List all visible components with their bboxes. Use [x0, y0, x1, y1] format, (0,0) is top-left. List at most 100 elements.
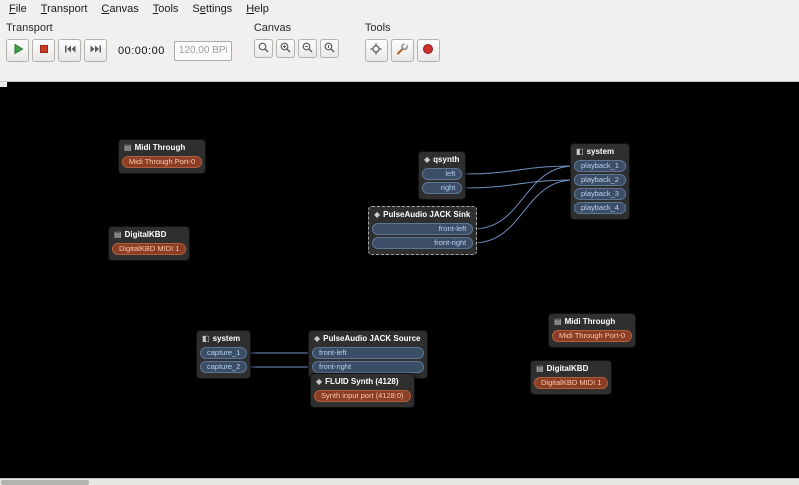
app-icon: ◆: [314, 335, 320, 343]
node-title: ▤Midi Through: [121, 141, 203, 155]
port-synth-input-port-4128-0-[interactable]: Synth input port (4128:0): [314, 390, 411, 402]
midi-icon: ▤: [114, 231, 122, 239]
midi-icon: ▤: [536, 365, 544, 373]
toolbar-section-canvas: Canvas: [248, 17, 345, 58]
zoom-100-button[interactable]: [320, 39, 339, 58]
zoom-fit-icon: [257, 41, 270, 57]
play-button[interactable]: [6, 39, 29, 62]
play-icon: [11, 42, 25, 59]
wrench-icon: [395, 42, 409, 59]
node-title: ◆PulseAudio JACK Sink: [371, 208, 474, 222]
port-front-right[interactable]: front-right: [372, 237, 473, 249]
transport-time: 00:00:00: [118, 45, 165, 57]
record-button[interactable]: [417, 39, 440, 62]
node-midi-through-2[interactable]: ▤Midi ThroughMidi Through Port-0: [548, 313, 636, 348]
node-title: ▤DigitalKBD: [533, 362, 609, 376]
zoom-100-icon: [323, 41, 336, 57]
port-right[interactable]: right: [422, 182, 462, 194]
node-title-text: PulseAudio JACK Sink: [383, 210, 470, 219]
node-qsynth[interactable]: ◆qsynthleftright: [418, 151, 466, 200]
node-pulse-source[interactable]: ◆PulseAudio JACK Sourcefront-leftfront-r…: [308, 330, 428, 379]
gear-icon: [369, 42, 383, 59]
menu-item-settings[interactable]: Settings: [185, 2, 239, 16]
menu-item-transport[interactable]: Transport: [34, 2, 95, 16]
menu-item-canvas[interactable]: Canvas: [94, 2, 145, 16]
zoom-in-icon: [279, 41, 292, 57]
app-icon: ◆: [374, 211, 380, 219]
zoom-out-icon: [301, 41, 314, 57]
menubar: FileTransportCanvasToolsSettingsHelp: [0, 0, 799, 17]
jack-settings-button[interactable]: [365, 39, 388, 62]
port-playback-4[interactable]: playback_4: [574, 202, 626, 214]
system-icon: ◧: [202, 335, 210, 343]
system-icon: ◧: [576, 148, 584, 156]
horizontal-scrollbar-thumb[interactable]: [1, 480, 89, 485]
node-title-text: DigitalKBD: [547, 364, 589, 373]
record-icon: [421, 42, 435, 59]
node-title-text: PulseAudio JACK Source: [323, 334, 420, 343]
rewind-icon: [63, 42, 77, 59]
node-title: ◧system: [573, 145, 627, 159]
transport-section-label: Transport: [6, 22, 232, 34]
node-digitalkbd-2[interactable]: ▤DigitalKBDDigitalKBD MIDI 1: [530, 360, 612, 395]
menu-item-file[interactable]: File: [2, 2, 34, 16]
node-midi-through-1[interactable]: ▤Midi ThroughMidi Through Port-0: [118, 139, 206, 174]
node-title: ▤Midi Through: [551, 315, 633, 329]
app-icon: ◆: [424, 156, 430, 164]
canvas-section-label: Canvas: [254, 22, 339, 34]
node-title-text: FLUID Synth (4128): [325, 377, 398, 386]
port-playback-3[interactable]: playback_3: [574, 188, 626, 200]
node-title-text: system: [587, 147, 615, 156]
toolbar-section-transport: Transport: [0, 17, 238, 62]
node-pulse-sink[interactable]: ◆PulseAudio JACK Sinkfront-leftfront-rig…: [368, 206, 477, 255]
port-playback-1[interactable]: playback_1: [574, 160, 626, 172]
midi-icon: ▤: [124, 144, 132, 152]
port-digitalkbd-midi-1[interactable]: DigitalKBD MIDI 1: [112, 243, 186, 255]
midi-icon: ▤: [554, 318, 562, 326]
node-title-text: system: [213, 334, 241, 343]
node-title-text: DigitalKBD: [125, 230, 167, 239]
node-title-text: Midi Through: [565, 317, 616, 326]
port-front-left[interactable]: front-left: [312, 347, 424, 359]
port-capture-1[interactable]: capture_1: [200, 347, 247, 359]
node-title: ◆FLUID Synth (4128): [313, 375, 412, 389]
port-left[interactable]: left: [422, 168, 462, 180]
port-front-right[interactable]: front-right: [312, 361, 424, 373]
port-midi-through-port-0[interactable]: Midi Through Port-0: [122, 156, 202, 168]
canvas-origin-marker: [0, 82, 7, 87]
forward-icon: [89, 42, 103, 59]
port-midi-through-port-0[interactable]: Midi Through Port-0: [552, 330, 632, 342]
zoom-out-button[interactable]: [298, 39, 317, 58]
patchbay-canvas[interactable]: ▤Midi ThroughMidi Through Port-0▤Digital…: [0, 82, 799, 478]
node-title-text: Midi Through: [135, 143, 186, 152]
tools-section-label: Tools: [365, 22, 440, 34]
port-capture-2[interactable]: capture_2: [200, 361, 247, 373]
node-digitalkbd-1[interactable]: ▤DigitalKBDDigitalKBD MIDI 1: [108, 226, 190, 261]
node-fluid-synth[interactable]: ◆FLUID Synth (4128)Synth input port (412…: [310, 373, 415, 408]
toolbar: Transport: [0, 17, 799, 82]
stop-icon: [37, 42, 51, 59]
node-system-out[interactable]: ◧systemplayback_1playback_2playback_3pla…: [570, 143, 630, 220]
zoom-in-button[interactable]: [276, 39, 295, 58]
port-playback-2[interactable]: playback_2: [574, 174, 626, 186]
node-title-text: qsynth: [433, 155, 459, 164]
menu-item-help[interactable]: Help: [239, 2, 276, 16]
forward-button[interactable]: [84, 39, 107, 62]
horizontal-scrollbar[interactable]: [0, 478, 799, 485]
zoom-fit-button[interactable]: [254, 39, 273, 58]
port-front-left[interactable]: front-left: [372, 223, 473, 235]
app-icon: ◆: [316, 378, 322, 386]
node-title: ◆qsynth: [421, 153, 463, 167]
toolbar-section-tools: Tools: [359, 17, 446, 62]
menu-item-tools[interactable]: Tools: [146, 2, 186, 16]
configure-button[interactable]: [391, 39, 414, 62]
port-digitalkbd-midi-1[interactable]: DigitalKBD MIDI 1: [534, 377, 608, 389]
node-title: ◆PulseAudio JACK Source: [311, 332, 425, 346]
node-system-in[interactable]: ◧systemcapture_1capture_2: [196, 330, 251, 379]
stop-button[interactable]: [32, 39, 55, 62]
nodes-layer: ▤Midi ThroughMidi Through Port-0▤Digital…: [0, 82, 799, 478]
node-title: ◧system: [199, 332, 248, 346]
bpm-input[interactable]: [174, 41, 232, 61]
node-title: ▤DigitalKBD: [111, 228, 187, 242]
rewind-button[interactable]: [58, 39, 81, 62]
